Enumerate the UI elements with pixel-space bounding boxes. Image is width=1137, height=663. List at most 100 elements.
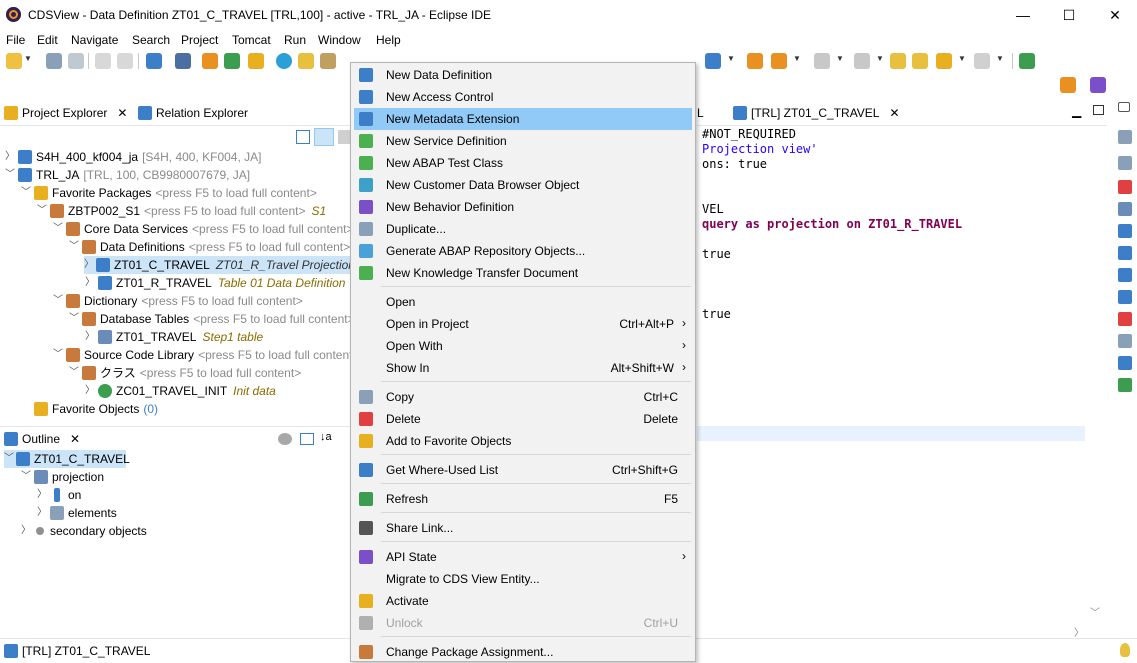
close-icon[interactable]: ✕ (70, 432, 80, 446)
book-icon[interactable] (1118, 246, 1132, 260)
chevron-down-icon[interactable]: ﹀ (4, 166, 16, 184)
tree-item[interactable]: 〉 ZT01_R_TRAVEL Table 01 Data Definition (84, 274, 345, 292)
menu-edit[interactable]: Edit (37, 33, 58, 47)
properties-icon[interactable] (1118, 202, 1132, 216)
menu-run[interactable]: Run (284, 33, 306, 47)
menu-item-show-in[interactable]: Show In Alt+Shift+W › (354, 357, 692, 379)
run-debug-icon[interactable] (705, 53, 721, 69)
chevron-right-icon[interactable]: 〉 (84, 274, 96, 292)
console-icon[interactable] (1118, 356, 1132, 370)
run-abap-icon[interactable] (224, 53, 240, 69)
open-folder-icon[interactable] (747, 53, 763, 69)
chevron-right-icon[interactable]: 〉 (20, 522, 32, 540)
chevron-down-icon[interactable]: ﹀ (52, 292, 64, 310)
menu-item-open-in-project[interactable]: Open in Project Ctrl+Alt+P › (354, 313, 692, 335)
menu-window[interactable]: Window (318, 33, 361, 47)
menu-item-share-link[interactable]: Share Link... (354, 517, 692, 539)
menu-item-new-access-control[interactable]: New Access Control (354, 86, 692, 108)
link-icon[interactable] (175, 53, 191, 69)
chevron-down-icon[interactable]: ﹀ (20, 468, 32, 486)
menu-item-add-to-favorite-objects[interactable]: Add to Favorite Objects (354, 430, 692, 452)
sort-icon[interactable]: ↓a (320, 431, 332, 443)
menu-item-duplicate[interactable]: Duplicate... (354, 218, 692, 240)
minimize-view-icon[interactable]: ▁ (1072, 104, 1081, 118)
chevron-down-icon[interactable]: ﹀ (36, 202, 48, 220)
chevron-down-icon[interactable]: ﹀ (4, 450, 14, 468)
tree-item[interactable]: ﹀ TRL_JA [TRL, 100, CB9980007679, JA] (4, 166, 250, 184)
menu-search[interactable]: Search (132, 33, 170, 47)
atc-icon[interactable] (1118, 312, 1132, 326)
chevron-down-icon[interactable]: ﹀ (52, 346, 64, 364)
restore-icon[interactable] (1118, 102, 1130, 112)
chevron-down-icon[interactable]: ﹀ (68, 238, 80, 256)
menu-item-get-where-used-list[interactable]: Get Where-Used List Ctrl+Shift+G (354, 459, 692, 481)
transport-organizer-icon[interactable] (1118, 290, 1132, 304)
collapse-all-icon[interactable] (300, 433, 314, 445)
back-icon[interactable] (936, 53, 952, 69)
collapse-all-icon[interactable] (296, 130, 310, 144)
tree-item[interactable]: 〉 on (36, 486, 81, 504)
tree-item-selected[interactable]: ﹀ ZT01_C_TRAVEL (4, 450, 130, 468)
new-icon[interactable] (6, 53, 22, 69)
chevron-right-icon[interactable]: 〉 (4, 148, 16, 166)
menu-item-generate-abap-repository-objects[interactable]: Generate ABAP Repository Objects... (354, 240, 692, 262)
tree-item[interactable]: ﹀ Dictionary <press F5 to load full cont… (52, 292, 303, 310)
close-icon[interactable]: ✕ (117, 106, 127, 120)
activate-check-icon[interactable] (276, 53, 292, 69)
menu-item-new-metadata-extension[interactable]: New Metadata Extension (354, 108, 692, 130)
menu-item-new-customer-data-browser-object[interactable]: New Customer Data Browser Object (354, 174, 692, 196)
redo-icon[interactable] (117, 53, 133, 69)
tree-item[interactable]: 〉 secondary objects (20, 522, 147, 540)
menu-item-new-data-definition[interactable]: New Data Definition (354, 64, 692, 86)
menu-item-delete[interactable]: Delete Delete (354, 408, 692, 430)
tab-project-explorer[interactable]: Project Explorer ✕ (4, 106, 127, 120)
forward-icon[interactable] (974, 53, 990, 69)
tree-item[interactable]: ﹀ ZBTP002_S1 <press F5 to load full cont… (36, 202, 326, 220)
save-all-icon[interactable] (68, 53, 84, 69)
tab-outline[interactable]: Outline ✕ (4, 432, 80, 446)
scroll-down-icon[interactable]: ﹀ (1090, 604, 1100, 619)
menu-item-open-with[interactable]: Open With › (354, 335, 692, 357)
close-window-button[interactable]: ✕ (1092, 0, 1137, 30)
menu-item-new-service-definition[interactable]: New Service Definition (354, 130, 692, 152)
chevron-down-icon[interactable]: ﹀ (52, 220, 64, 238)
problems-icon[interactable] (1118, 180, 1132, 194)
menu-file[interactable]: File (6, 33, 25, 47)
tasks-icon[interactable] (1118, 378, 1132, 392)
tree-item[interactable]: ﹀ Core Data Services <press F5 to load f… (52, 220, 353, 238)
templates-icon[interactable] (1118, 224, 1132, 238)
menu-item-refresh[interactable]: Refresh F5 (354, 488, 692, 510)
chevron-right-icon[interactable]: 〉 (36, 486, 48, 504)
tab-zt01-c-travel[interactable]: [TRL] ZT01_C_TRAVEL ✕ (733, 106, 900, 120)
chevron-right-icon[interactable]: 〉 (84, 382, 96, 400)
menu-project[interactable]: Project (181, 33, 218, 47)
brush-icon[interactable] (771, 53, 787, 69)
menu-item-new-abap-test-class[interactable]: New ABAP Test Class (354, 152, 692, 174)
tree-item[interactable]: 〉 ZC01_TRAVEL_INIT Init data (84, 382, 276, 400)
menu-item-activate[interactable]: Activate (354, 590, 692, 612)
tree-item[interactable]: ﹀ Data Definitions <press F5 to load ful… (68, 238, 350, 256)
scroll-right-icon[interactable]: 〉 (1074, 624, 1084, 639)
tree-item-selected[interactable]: 〉 ZT01_C_TRAVEL ZT01_R_Travel Projection… (84, 256, 373, 274)
link-with-editor-icon[interactable] (314, 128, 334, 146)
chevron-right-icon[interactable]: 〉 (84, 328, 96, 346)
filter-icon[interactable] (278, 433, 292, 445)
menu-navigate[interactable]: Navigate (71, 33, 118, 47)
menu-item-new-knowledge-transfer-document[interactable]: New Knowledge Transfer Document (354, 262, 692, 284)
tab-relation-explorer[interactable]: Relation Explorer (138, 106, 248, 120)
bookmarks-icon[interactable] (1118, 334, 1132, 348)
perspective-icon[interactable] (1060, 77, 1076, 93)
close-icon[interactable]: ✕ (889, 106, 899, 120)
maximize-button[interactable]: ☐ (1046, 0, 1092, 30)
abap-perspective-icon[interactable] (1090, 77, 1106, 93)
menu-tomcat[interactable]: Tomcat (232, 33, 271, 47)
tree-item[interactable]: ﹀ projection (20, 468, 104, 486)
view-icon[interactable] (1118, 130, 1132, 144)
tree-item[interactable]: 〉 S4H_400_kf004_ja [S4H, 400, KF004, JA] (4, 148, 262, 166)
menu-item-api-state[interactable]: API State › (354, 546, 692, 568)
chevron-right-icon[interactable]: 〉 (36, 504, 48, 522)
prev-annotation-icon[interactable] (854, 53, 870, 69)
next-annotation-icon[interactable] (814, 53, 830, 69)
last-edit-icon[interactable] (890, 53, 906, 69)
back-edit-icon[interactable] (912, 53, 928, 69)
